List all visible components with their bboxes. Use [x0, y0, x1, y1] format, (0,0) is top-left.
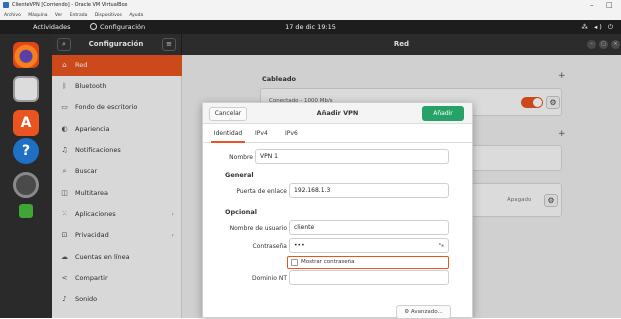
username-label: Nombre de usuario — [229, 225, 287, 232]
virtualbox-title-bar: ClienteVPN [Corriendo] - Oracle VM Virtu… — [0, 0, 621, 11]
nt-domain-field[interactable] — [289, 270, 449, 285]
virtualbox-window-title: ClienteVPN [Corriendo] - Oracle VM Virtu… — [12, 2, 128, 8]
nt-domain-label: Dominio NT — [251, 275, 287, 282]
password-options-icon[interactable]: ᵃ⁎ — [439, 239, 444, 252]
maximize-button[interactable]: □ — [606, 0, 613, 11]
menu-dispositivos[interactable]: Dispositivos — [95, 13, 122, 18]
name-field[interactable]: VPN 1 — [255, 149, 449, 164]
trash-icon[interactable] — [19, 204, 33, 218]
system-tray[interactable]: ⁂ ◂) ⏻ — [581, 20, 615, 34]
virtualbox-icon — [3, 2, 9, 8]
dialog-header: Cancelar Añadir VPN Añadir — [203, 103, 472, 124]
tab-ipv6[interactable]: IPv6 — [285, 124, 298, 143]
menu-ver[interactable]: Ver — [55, 13, 62, 18]
gateway-field[interactable]: 192.168.1.3 — [289, 183, 449, 198]
password-field[interactable]: ••• ᵃ⁎ — [289, 238, 449, 253]
dialog-tabs: Identidad IPv4 IPv6 — [203, 124, 472, 143]
content-header: Red – □ × — [182, 34, 621, 55]
menu-archivo[interactable]: Archivo — [4, 13, 21, 18]
tab-ipv4[interactable]: IPv4 — [255, 124, 268, 143]
username-field[interactable]: cliente — [289, 220, 449, 235]
minimize-window-icon[interactable]: – — [587, 40, 596, 49]
show-password-row[interactable]: Mostrar contraseña — [287, 256, 449, 269]
help-icon[interactable]: ? — [13, 138, 39, 164]
settings-icon[interactable] — [13, 172, 39, 198]
tab-identidad[interactable]: Identidad — [211, 124, 245, 143]
add-vpn-dialog: Cancelar Añadir VPN Añadir Identidad IPv… — [202, 102, 473, 319]
clock[interactable]: 17 de dic 19:15 — [0, 20, 621, 34]
maximize-window-icon[interactable]: □ — [599, 40, 608, 49]
sidebar-title: Configuración — [88, 40, 144, 48]
add-button[interactable]: Añadir — [422, 106, 464, 121]
gateway-label: Puerta de enlace — [236, 188, 287, 195]
search-icon[interactable]: ⌕ — [57, 38, 71, 51]
close-window-icon[interactable]: × — [611, 40, 620, 49]
files-icon[interactable] — [13, 76, 39, 102]
general-section-title: General — [225, 171, 254, 179]
password-value: ••• — [294, 242, 305, 249]
software-store-icon[interactable]: A — [13, 110, 39, 136]
show-password-label: Mostrar contraseña — [301, 259, 355, 265]
password-label: Contraseña — [252, 243, 287, 250]
name-label: Nombre — [229, 154, 253, 161]
advanced-button-label: Avanzado... — [410, 309, 443, 315]
menu-entrada[interactable]: Entrada — [70, 13, 88, 18]
dock: A ? — [0, 34, 52, 318]
hamburger-menu-icon[interactable]: ≡ — [162, 38, 176, 51]
sidebar-header: ⌕ Configuración ≡ — [52, 34, 182, 55]
show-password-checkbox[interactable] — [291, 259, 298, 266]
settings-cog-icon: ⚙ — [404, 309, 411, 315]
advanced-button[interactable]: ⚙ Avanzado... — [396, 305, 451, 319]
page-title: Red — [393, 40, 410, 48]
menu-maquina[interactable]: Máquina — [28, 13, 47, 18]
minimize-button[interactable]: – — [590, 0, 594, 11]
firefox-icon[interactable] — [13, 42, 39, 68]
optional-section-title: Opcional — [225, 208, 257, 216]
ubuntu-top-bar: Actividades Configuración 17 de dic 19:1… — [0, 20, 621, 34]
menu-ayuda[interactable]: Ayuda — [129, 13, 143, 18]
virtualbox-menu-bar: Archivo Máquina Ver Entrada Dispositivos… — [0, 11, 621, 20]
